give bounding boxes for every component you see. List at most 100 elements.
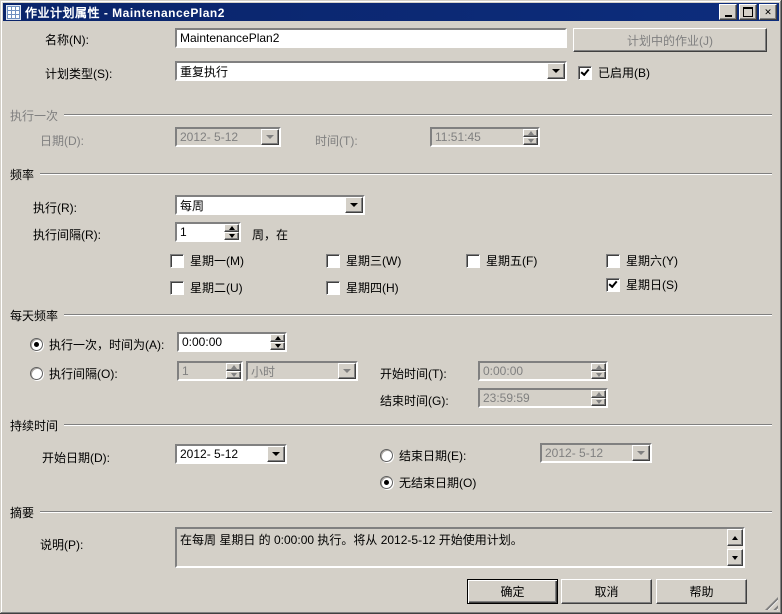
occurs-every-value: 1: [179, 363, 226, 379]
scroll-up-button[interactable]: [727, 529, 743, 546]
occurs-once-time-spinner[interactable]: 0:00:00: [177, 332, 287, 352]
one-time-time-spinner[interactable]: 11:51:45: [430, 127, 540, 147]
weekday-wednesday-checkbox[interactable]: 星期三(W): [326, 252, 401, 269]
maximize-icon: [743, 7, 753, 17]
weekday-thursday-label: 星期四(H): [346, 279, 399, 296]
occurs-once-radio[interactable]: 执行一次，时间为(A):: [30, 336, 164, 353]
cancel-button[interactable]: 取消: [561, 579, 652, 604]
spin-up-button[interactable]: [591, 363, 606, 371]
occurs-every-value-spinner[interactable]: 1: [177, 361, 243, 381]
schedule-type-select[interactable]: 重复执行: [175, 61, 567, 81]
resize-grip[interactable]: [765, 597, 778, 610]
spin-up-button[interactable]: [224, 224, 239, 232]
weekday-thursday-checkbox[interactable]: 星期四(H): [326, 279, 399, 296]
description-box[interactable]: 在每周 星期日 的 0:00:00 执行。将从 2012-5-12 开始使用计划…: [175, 527, 745, 568]
jobs-in-schedule-button[interactable]: 计划中的作业(J): [573, 28, 767, 52]
spin-down-button[interactable]: [591, 398, 606, 406]
chevron-down-icon[interactable]: [338, 363, 356, 379]
spin-down-button[interactable]: [270, 342, 285, 350]
description-label: 说明(P):: [40, 536, 83, 553]
occurs-every-radio-circle[interactable]: [30, 367, 43, 380]
weekday-tuesday-box[interactable]: [170, 281, 184, 295]
spin-down-button[interactable]: [523, 137, 538, 145]
weekday-sunday-label: 星期日(S): [626, 276, 678, 293]
no-end-date-radio[interactable]: 无结束日期(O): [380, 474, 476, 491]
weekday-sunday-box[interactable]: [606, 278, 620, 292]
description-scrollbar[interactable]: [727, 529, 743, 566]
weekday-monday-checkbox[interactable]: 星期一(M): [170, 252, 244, 269]
one-time-date-select[interactable]: 2012- 5-12: [175, 127, 281, 147]
name-value: MaintenancePlan2: [177, 31, 282, 45]
occurs-every-unit-select[interactable]: 小时: [246, 361, 358, 381]
spin-up-button[interactable]: [591, 390, 606, 398]
help-button[interactable]: 帮助: [656, 579, 747, 604]
weekday-monday-box[interactable]: [170, 254, 184, 268]
no-end-date-label: 无结束日期(O): [399, 474, 476, 491]
ending-time-label: 结束时间(G):: [380, 392, 449, 409]
spin-up-button[interactable]: [226, 363, 241, 371]
daily-frequency-header: 每天频率: [10, 307, 58, 324]
down-arrow-icon: [596, 400, 602, 404]
dropdown-arrow-icon: [552, 69, 560, 73]
start-date-value: 2012- 5-12: [177, 446, 267, 462]
occurs-label: 执行(R):: [33, 199, 77, 216]
spin-up-button[interactable]: [523, 129, 538, 137]
weekday-thursday-box[interactable]: [326, 281, 340, 295]
weekday-friday-box[interactable]: [466, 254, 480, 268]
occurs-once-time-value: 0:00:00: [179, 334, 270, 350]
ending-time-spinner[interactable]: 23:59:59: [478, 388, 608, 408]
scroll-down-button[interactable]: [727, 549, 743, 566]
chevron-down-icon[interactable]: [632, 445, 650, 461]
group-one-time: 执行一次: [10, 108, 772, 122]
enabled-checkbox-box[interactable]: [578, 66, 592, 80]
end-date-radio-circle[interactable]: [380, 449, 393, 462]
weekday-wednesday-label: 星期三(W): [346, 252, 401, 269]
ok-button[interactable]: 确定: [467, 579, 558, 604]
minimize-button[interactable]: [719, 4, 737, 20]
chevron-down-icon[interactable]: [261, 129, 279, 145]
end-date-select[interactable]: 2012- 5-12: [540, 443, 652, 463]
chevron-down-icon[interactable]: [547, 63, 565, 79]
one-time-date-value: 2012- 5-12: [177, 129, 261, 145]
frequency-header: 频率: [10, 166, 34, 183]
window-controls: ✕: [717, 4, 779, 20]
down-arrow-icon: [231, 373, 237, 377]
recurs-weeks-spinner[interactable]: 1: [175, 222, 241, 242]
divider: [40, 173, 772, 175]
enabled-checkbox[interactable]: 已启用(B): [578, 64, 650, 81]
weekday-saturday-box[interactable]: [606, 254, 620, 268]
down-arrow-icon: [275, 344, 281, 348]
start-date-select[interactable]: 2012- 5-12: [175, 444, 287, 464]
up-arrow-icon: [596, 365, 602, 369]
divider: [64, 314, 772, 316]
weekday-friday-checkbox[interactable]: 星期五(F): [466, 252, 537, 269]
recurs-weeks-value: 1: [177, 224, 224, 240]
weekday-saturday-checkbox[interactable]: 星期六(Y): [606, 252, 678, 269]
occurs-every-unit-value: 小时: [248, 363, 338, 379]
titlebar[interactable]: 作业计划属性 - MaintenancePlan2 ✕: [3, 3, 779, 21]
weekday-sunday-checkbox[interactable]: 星期日(S): [606, 276, 678, 293]
no-end-date-radio-circle[interactable]: [380, 476, 393, 489]
occurs-every-radio[interactable]: 执行间隔(O):: [30, 365, 118, 382]
weekday-tuesday-checkbox[interactable]: 星期二(U): [170, 279, 243, 296]
occurs-select[interactable]: 每周: [175, 195, 365, 215]
recurs-every-suffix: 周，在: [252, 226, 288, 243]
starting-time-spinner[interactable]: 0:00:00: [478, 361, 608, 381]
up-arrow-icon: [596, 392, 602, 396]
spin-down-button[interactable]: [224, 232, 239, 240]
dropdown-arrow-icon: [266, 135, 274, 139]
one-time-time-value: 11:51:45: [432, 129, 523, 145]
weekday-wednesday-box[interactable]: [326, 254, 340, 268]
weekday-monday-label: 星期一(M): [190, 252, 244, 269]
spin-up-button[interactable]: [270, 334, 285, 342]
chevron-down-icon[interactable]: [267, 446, 285, 462]
name-input[interactable]: MaintenancePlan2: [175, 28, 567, 48]
end-date-radio[interactable]: 结束日期(E):: [380, 447, 466, 464]
close-button[interactable]: ✕: [759, 4, 777, 20]
up-arrow-icon: [231, 365, 237, 369]
spin-down-button[interactable]: [591, 371, 606, 379]
spin-down-button[interactable]: [226, 371, 241, 379]
chevron-down-icon[interactable]: [345, 197, 363, 213]
maximize-button[interactable]: [739, 4, 757, 20]
occurs-once-radio-circle[interactable]: [30, 338, 43, 351]
